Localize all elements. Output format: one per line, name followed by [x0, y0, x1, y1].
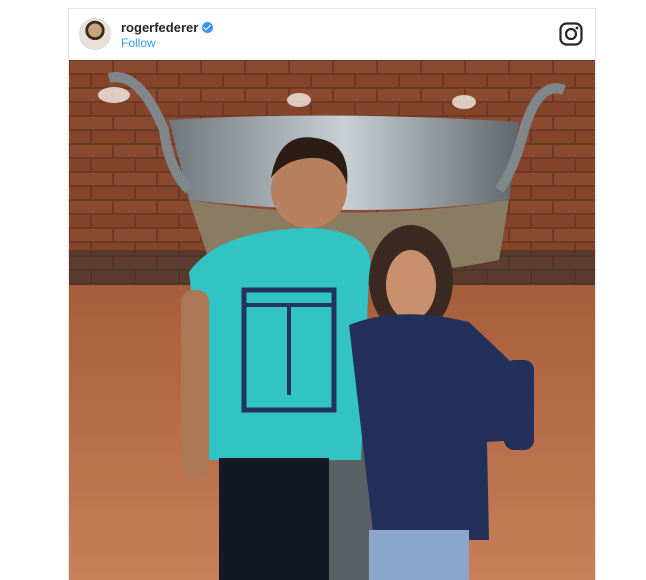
follow-button[interactable]: Follow [121, 36, 156, 50]
instagram-icon[interactable] [559, 22, 583, 46]
post-header: rogerfederer Follow [69, 9, 595, 61]
verified-badge-icon [202, 22, 214, 33]
profile-avatar[interactable] [79, 18, 111, 50]
username-text[interactable]: rogerfederer [121, 20, 198, 35]
post-photo-illustration [69, 60, 595, 580]
post-photo[interactable] [69, 60, 595, 580]
username-link[interactable]: rogerfederer [121, 20, 214, 35]
instagram-embed-card: rogerfederer Follow [68, 8, 596, 580]
